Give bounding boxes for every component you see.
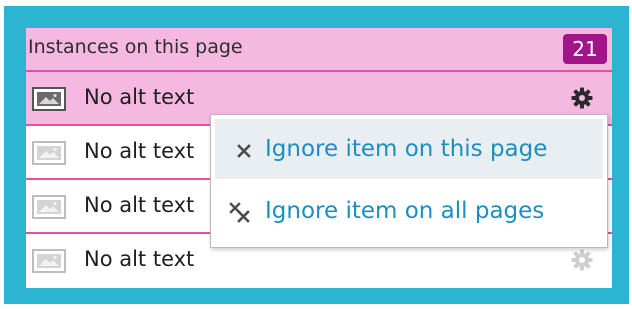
context-menu: Ignore item on this page Ignore item on … <box>210 114 608 248</box>
ignore-on-all-pages-item[interactable]: Ignore item on all pages <box>211 181 607 241</box>
image-icon <box>32 141 66 165</box>
row-label: No alt text <box>84 85 195 109</box>
row-label: No alt text <box>84 139 195 163</box>
image-icon <box>32 87 66 111</box>
row-label: No alt text <box>84 193 195 217</box>
close-icon <box>237 144 251 158</box>
ignore-on-this-page-item[interactable]: Ignore item on this page <box>215 119 603 179</box>
gear-icon[interactable] <box>570 248 594 272</box>
menu-item-label: Ignore item on all pages <box>265 198 545 224</box>
instance-count-badge: 21 <box>563 34 607 64</box>
menu-item-label: Ignore item on this page <box>265 136 548 162</box>
row-label: No alt text <box>84 247 195 271</box>
panel-title: Instances on this page <box>28 36 243 58</box>
image-icon <box>32 195 66 219</box>
gear-icon[interactable] <box>570 86 594 110</box>
image-icon <box>32 249 66 273</box>
close-all-icon <box>229 202 250 223</box>
panel-header: Instances on this page 21 <box>26 28 612 72</box>
